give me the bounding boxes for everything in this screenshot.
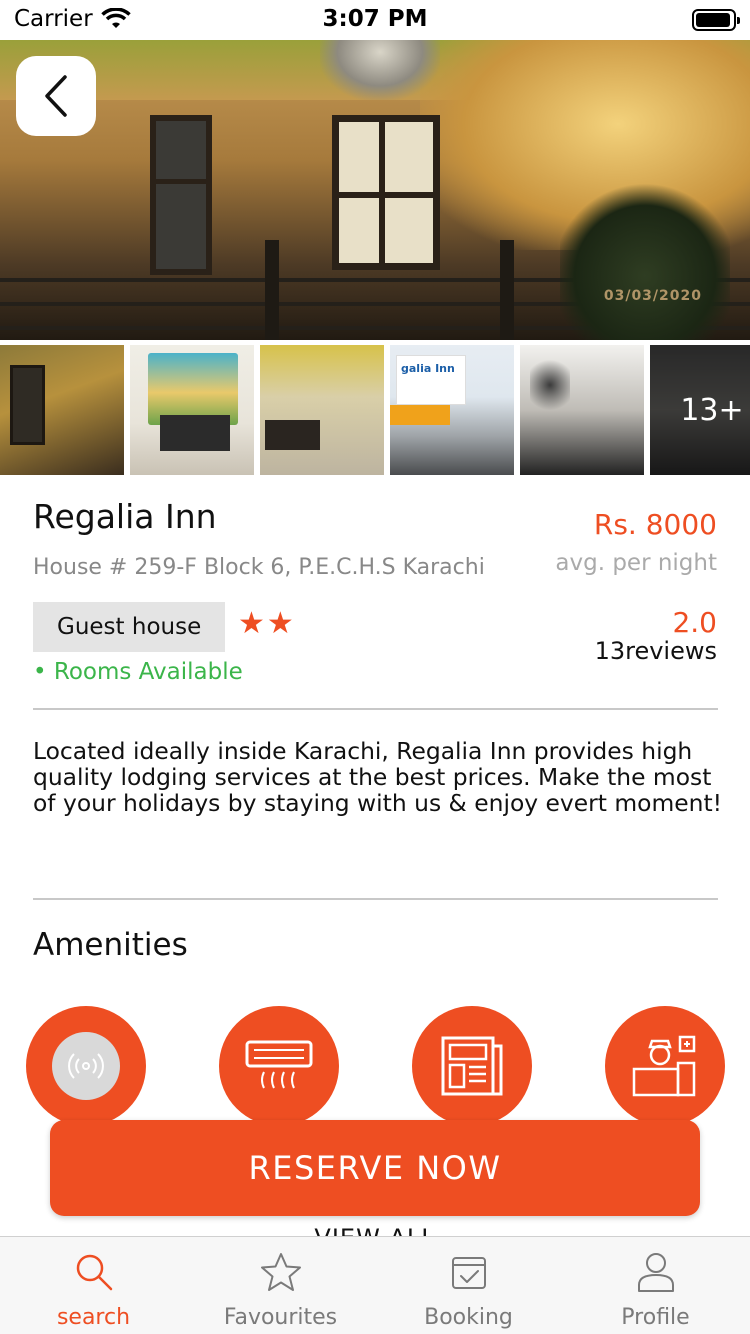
tab-label: search [56,1305,131,1330]
photo-thumbnail[interactable]: galia Inn [390,345,514,475]
tab-bar: search Favourites Booking Profile [0,1236,750,1334]
tab-label: Favourites [223,1305,338,1330]
amenity-air-conditioning[interactable] [219,1006,339,1126]
photo-thumbnail-strip: galia Inn 13+ [0,345,750,475]
photo-thumbnail[interactable] [130,345,254,475]
reception-icon [632,1035,696,1097]
search-icon [76,1254,112,1291]
air-conditioner-icon [245,1040,313,1089]
amenities-heading: Amenities [33,927,188,963]
hero-photo[interactable]: 03/03/2020 [0,40,750,340]
hotel-address: House # 259-F Block 6, P.E.C.H.S Karachi [33,555,485,580]
window-graphic [332,115,440,270]
availability-status: • Rooms Available [33,659,243,685]
reviews-count[interactable]: 13reviews [595,637,717,665]
star-rating: ★★ [238,606,296,641]
divider [33,708,718,710]
plant-graphic [560,180,730,340]
tab-profile[interactable]: Profile [562,1237,749,1334]
tab-label: Profile [621,1305,690,1330]
window-graphic [150,115,212,275]
view-all-amenities-link[interactable]: VIEW ALL [0,1222,750,1236]
price: Rs. 8000 [593,508,717,541]
calendar-check-icon [451,1257,486,1289]
tab-booking[interactable]: Booking [375,1237,562,1334]
person-icon [637,1253,674,1292]
battery-level [696,13,731,27]
divider [33,898,718,900]
tab-search[interactable]: search [0,1237,187,1334]
battery-icon [692,9,740,31]
status-bar: Carrier 3:07 PM [0,0,750,40]
photo-thumbnail-more[interactable]: 13+ [650,345,750,475]
photo-thumbnail[interactable] [0,345,124,475]
reserve-now-button[interactable]: RESERVE NOW [50,1120,700,1216]
rating-score: 2.0 [672,606,717,639]
amenity-newspaper[interactable] [412,1006,532,1126]
amenity-wifi[interactable] [26,1006,146,1126]
wifi-icon [68,1053,104,1079]
hotel-name: Regalia Inn [33,497,217,536]
photo-thumbnail[interactable] [260,345,384,475]
star-icon [260,1253,301,1291]
more-photos-count: 13+ [650,345,750,475]
chevron-left-icon [45,75,67,117]
clock: 3:07 PM [322,6,428,32]
amenity-reception[interactable] [605,1006,725,1126]
category-badge: Guest house [33,602,226,652]
tab-label: Booking [424,1305,513,1330]
price-unit: avg. per night [555,550,717,576]
tab-favourites[interactable]: Favourites [187,1237,374,1334]
photo-date-stamp: 03/03/2020 [603,288,702,304]
back-button[interactable] [16,56,96,136]
newspaper-icon [441,1036,503,1096]
photo-thumbnail[interactable] [520,345,644,475]
hotel-description: Located ideally inside Karachi, Regalia … [33,737,723,817]
chandelier-graphic [320,40,440,100]
